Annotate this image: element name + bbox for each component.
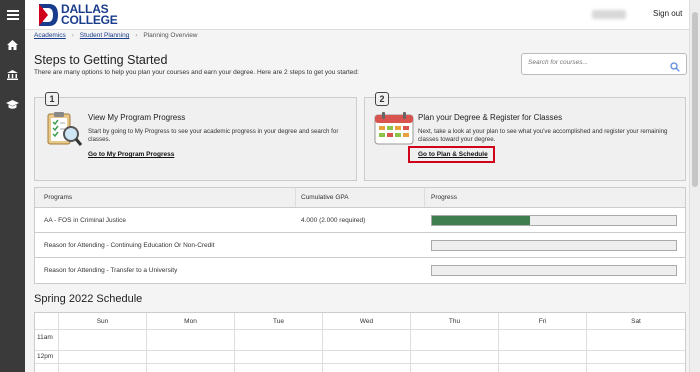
program-name: Reason for Attending - Transfer to a Uni…	[44, 267, 178, 274]
step-2-title: Plan your Degree & Register for Classes	[418, 113, 563, 122]
left-sidebar	[0, 0, 25, 372]
step-1-title: View My Program Progress	[88, 113, 186, 122]
day-header-fri: Fri	[538, 317, 547, 325]
column-header-gpa: Cumulative GPA	[301, 194, 349, 201]
step-1-description: Start by going to My Progress to see you…	[88, 128, 339, 143]
logo-wordmark: DALLAS COLLEGE	[61, 3, 118, 27]
programs-table-header: Programs Cumulative GPA Progress	[35, 188, 685, 208]
scrollbar-thumb[interactable]	[692, 12, 698, 187]
schedule-title: Spring 2022 Schedule	[34, 293, 143, 305]
program-row: Reason for Attending - Transfer to a Uni…	[35, 258, 685, 283]
time-label-12pm: 12pm	[37, 353, 54, 360]
go-to-program-progress-link[interactable]: Go to My Program Progress	[88, 151, 174, 158]
day-header-sun: Sun	[96, 317, 109, 325]
bank-icon[interactable]	[0, 65, 25, 85]
logo-mark-icon	[39, 4, 58, 26]
breadcrumb-student-planning[interactable]: Student Planning	[80, 32, 130, 39]
logo-line-2: COLLEGE	[61, 13, 118, 27]
progress-fill	[432, 216, 530, 225]
home-icon[interactable]	[0, 35, 25, 55]
column-header-progress: Progress	[431, 194, 458, 201]
day-header-tue: Tue	[273, 317, 284, 325]
day-header-thu: Thu	[448, 317, 461, 325]
intro-text: There are many options to help you plan …	[34, 69, 359, 76]
program-progress-bar	[431, 240, 677, 251]
breadcrumb-current: Planning Overview	[143, 32, 198, 39]
step-1-card: 1 View My Program Progress Start by goin…	[34, 92, 357, 181]
program-row: Reason for Attending - Continuing Educat…	[35, 233, 685, 258]
breadcrumb-separator: ›	[135, 32, 138, 39]
dallas-college-logo[interactable]: DALLAS COLLEGE	[37, 2, 118, 28]
day-header-wed: Wed	[359, 317, 374, 325]
hamburger-icon[interactable]	[0, 5, 25, 25]
sign-out-link[interactable]: Sign out	[653, 9, 682, 18]
program-name: Reason for Attending - Continuing Educat…	[44, 241, 215, 249]
clipboard-magnifier-icon	[47, 112, 83, 146]
breadcrumb-separator: ›	[71, 32, 74, 39]
program-progress-bar	[431, 215, 677, 226]
breadcrumb-academics[interactable]: Academics	[34, 32, 66, 39]
page-title: Steps to Getting Started	[34, 53, 168, 67]
course-search-input[interactable]	[528, 59, 663, 66]
schedule-calendar: Sun Mon Tue Wed Thu Fri Sat 11am 12pm	[34, 312, 686, 372]
search-icon[interactable]	[670, 59, 680, 77]
day-header-mon: Mon	[184, 317, 197, 325]
program-progress-bar	[431, 265, 677, 276]
program-row: AA - FOS in Criminal Justice 4.000 (2.00…	[35, 208, 685, 233]
top-header: DALLAS COLLEGE Sign out	[25, 0, 689, 30]
breadcrumb: Academics › Student Planning › Planning …	[34, 32, 198, 39]
user-name-redacted	[592, 10, 626, 19]
calendar-icon	[374, 112, 414, 145]
step-2-description: Next, take a look at your plan to see wh…	[418, 128, 668, 143]
day-header-sat: Sat	[631, 317, 641, 325]
step-2-card: 2 Plan your Degree & Register for Classe…	[364, 92, 686, 181]
programs-table: Programs Cumulative GPA Progress AA - FO…	[34, 187, 686, 284]
step-2-number: 2	[375, 92, 389, 106]
program-gpa: 4.000 (2.000 required)	[301, 216, 366, 224]
program-name: AA - FOS in Criminal Justice	[44, 216, 126, 224]
column-header-programs: Programs	[44, 194, 73, 201]
page-scrollbar[interactable]	[689, 0, 700, 372]
graduation-cap-icon[interactable]	[0, 95, 25, 115]
step-1-number: 1	[45, 92, 59, 106]
course-search-box[interactable]	[521, 53, 687, 75]
go-to-plan-and-schedule-link[interactable]: Go to Plan & Schedule	[418, 151, 488, 158]
time-label-11am: 11am	[37, 334, 53, 341]
